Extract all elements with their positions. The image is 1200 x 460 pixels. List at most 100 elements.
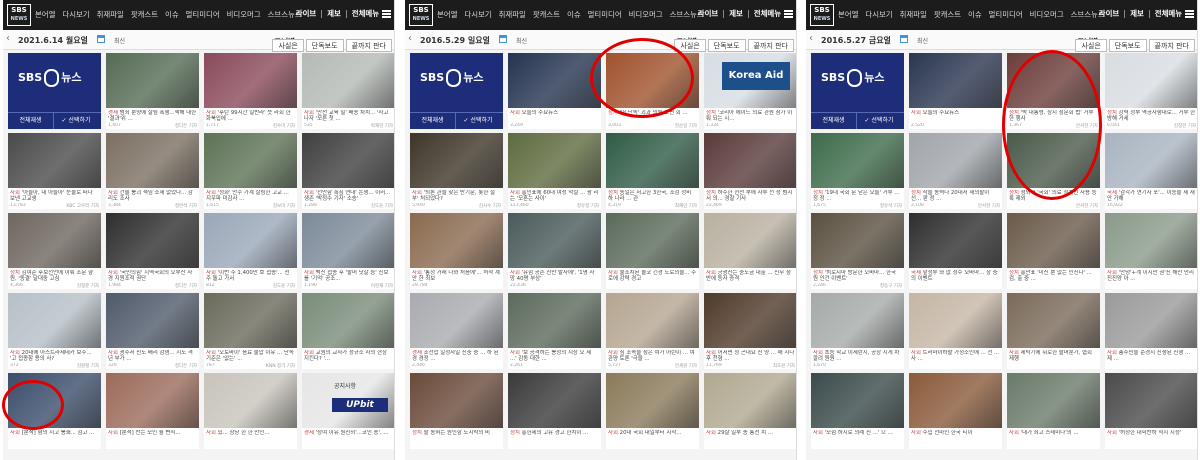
video-card[interactable]: 사회 홍인표에 60대 여성 악살 ... 광 리는 '모혼는 사이' 113,4… (508, 133, 601, 209)
video-thumbnail[interactable] (302, 133, 394, 188)
video-card[interactable]: 사회 '허정한 대학찬하 적지 지정' (1105, 373, 1197, 449)
video-card[interactable]: 사회 '내가 최고 스테미나'의 ... (1007, 373, 1100, 449)
video-card[interactable]: 사회 '이번 주 1,400만 호 접종'... 전 주 돌고 가서 812 김도윤… (204, 213, 297, 289)
filter-button[interactable]: 단독보도 (305, 39, 344, 52)
select-button[interactable]: ✓ 선택하기 (53, 113, 98, 129)
video-card[interactable]: 사회 '유험 공존 진만 발사에', '1명 사망 40명 부상' 22,436 (508, 213, 601, 289)
nav-item[interactable]: 이슈 (968, 10, 982, 19)
video-thumbnail[interactable] (1105, 213, 1197, 268)
video-thumbnail[interactable] (508, 373, 601, 428)
video-thumbnail[interactable] (410, 213, 503, 268)
video-thumbnail[interactable] (204, 133, 297, 188)
video-card[interactable]: 정치 홍만표 '미신 뿐 없는 인진다' ... 검, 출 중 ... (1007, 213, 1100, 289)
video-card[interactable]: 사회 교원의 교사가 정규소 사의 현장 지킨다? '... (302, 293, 394, 369)
filter-button[interactable]: 끝까지 판다 (345, 39, 392, 52)
video-thumbnail[interactable] (8, 133, 101, 188)
sbs-news-logo[interactable]: SBS NEWS (409, 4, 433, 26)
filter-button[interactable]: 사실은 (1075, 39, 1107, 52)
sbs-news-logo[interactable]: SBS NEWS (7, 4, 31, 26)
nav-item[interactable]: 이슈 (165, 10, 179, 19)
latest-button[interactable]: 최신 (114, 36, 125, 45)
video-thumbnail[interactable] (204, 293, 297, 348)
prev-date-icon[interactable]: ‹ (6, 33, 16, 45)
video-thumbnail[interactable] (302, 213, 394, 268)
video-thumbnail[interactable] (204, 213, 297, 268)
nav-item[interactable]: 팟캐스트 (131, 10, 158, 19)
live-link[interactable]: 라이브 (296, 9, 316, 18)
video-thumbnail[interactable] (1105, 373, 1197, 428)
play-all-button[interactable]: 전체재생 (811, 113, 856, 129)
sbs8-news-card[interactable]: SBS 뉴스 전체재생 ✓ 선택하기 (811, 53, 904, 129)
all-menu-link[interactable]: 전체메뉴 (352, 9, 379, 18)
video-thumbnail[interactable] (1105, 293, 1197, 348)
video-thumbnail[interactable] (8, 373, 101, 428)
video-thumbnail[interactable] (302, 293, 394, 348)
tip-link[interactable]: 제보 (1130, 9, 1144, 18)
nav-item[interactable]: 멀티미디어 (588, 10, 622, 19)
video-thumbnail[interactable] (909, 53, 1002, 108)
menu-icon[interactable] (1185, 10, 1194, 18)
video-thumbnail[interactable] (106, 133, 199, 188)
video-card[interactable]: 사회 총주민을 순경지 진쟁된 진행 ... 제 ... (1105, 293, 1197, 369)
video-card[interactable]: 사회 '보 공격하는 봉정의 지상 오 세 ...' 감동 대한 ... 2,26… (508, 293, 601, 369)
video-card[interactable]: 정치 홍헌제의 고유 경고 한치이 ... (508, 373, 601, 449)
nav-item[interactable]: 본어엘 (838, 10, 858, 19)
video-thumbnail[interactable] (410, 133, 503, 188)
video-thumbnail[interactable] (1105, 53, 1197, 108)
play-all-button[interactable]: 전체재생 (8, 113, 53, 129)
video-thumbnail[interactable] (204, 373, 297, 428)
live-link[interactable]: 라이브 (698, 9, 718, 18)
video-card[interactable]: 정치 할 동혀는 원인항 도시락의 비 (410, 373, 503, 449)
filter-button[interactable]: 끝까지 판다 (1148, 39, 1195, 52)
video-card[interactable]: 사회 29살 일부 종 통전 치 ... (704, 373, 796, 449)
prev-date-icon[interactable]: ‹ (408, 33, 418, 45)
video-card[interactable]: 사회 '후탄 99시간 일반라' 뜻 라회 한 화북입에 ... 1,717 김수미… (204, 53, 297, 129)
video-thumbnail[interactable] (106, 373, 199, 428)
video-card[interactable]: 정치 김여준 후보선언에 이뤄 조문 향 원, '동결' 달대중 고심 4,366… (8, 213, 101, 289)
video-card[interactable]: 사회 세탁기에 뒤로한 할머분가, 협회 제행 (1007, 293, 1100, 369)
filter-button[interactable]: 단독보도 (1108, 39, 1147, 52)
nav-item[interactable]: 팟캐스트 (934, 10, 961, 19)
filter-button[interactable]: 사실은 (674, 39, 706, 52)
video-thumbnail[interactable] (704, 293, 796, 348)
video-card[interactable]: 사회 불조치된 몰코 긴경 도로의물... 주로에 강력 경고 (606, 213, 699, 289)
select-button[interactable]: ✓ 선택하기 (856, 113, 901, 129)
video-card[interactable]: 사회 20대에 아스트라제네카 보주... '고 접종함 용의 사? 372 김원철… (8, 293, 101, 369)
video-thumbnail[interactable] (508, 293, 601, 348)
video-thumbnail[interactable] (811, 213, 904, 268)
video-thumbnail[interactable] (606, 133, 699, 188)
video-card[interactable]: 정치 '히로시마 방문한 오바마... 한국 원 인건 이벤트' 2,246 정동구… (811, 213, 904, 289)
video-card[interactable]: 사회 건물 붕괴 책임 소재 없었다... 감리도 조사 3,384 정반석 기자 (106, 133, 199, 209)
video-card[interactable]: 사회 있... 상당 한 한 만인... (204, 373, 297, 449)
prev-date-icon[interactable]: ‹ (809, 33, 819, 45)
video-thumbnail[interactable] (1007, 373, 1100, 428)
video-card[interactable]: 사회 수입 선마인 한국 티이 (909, 373, 1002, 449)
video-card[interactable]: 정치 하수한 현전 부에 자부 천 정 범시서 의... 경찰 기사 22,469 (704, 133, 796, 209)
nav-item[interactable]: 비디오머그 (1030, 10, 1064, 19)
video-card[interactable]: 정치 '박 대통령, 상시 청문회 법' 거부 한 행사 1,367 안서현 기자 (1007, 53, 1100, 129)
nav-item[interactable]: 다시보기 (865, 10, 892, 19)
menu-icon[interactable] (784, 10, 793, 18)
video-card[interactable]: 국제 '감각가 연기자 포'... 이승을 제 재 안 가해 16,922 (1105, 133, 1197, 209)
nav-item[interactable]: 비디오머그 (227, 10, 261, 19)
video-card[interactable]: 사회 '아들아, 내 아들아' 눈물로 떠나 보낸 고교생 13,783 KBC 고… (8, 133, 101, 209)
video-card[interactable]: 사회 광주서 신도 배리 감염... 지도 격년 부가 ... 320 정다은 기자 (106, 293, 199, 369)
sbs-news-logo[interactable]: SBS NEWS (810, 4, 834, 26)
video-card[interactable]: 정치 '19대 국회 문 닫은 오늘' 거부 ... 정 정 ... 1,675 정… (811, 133, 904, 209)
video-card[interactable]: 사회 '국민의힘' 지역국회의 오부산 사 경 지원조적 권단 1,984 정다은 … (106, 213, 199, 289)
video-card[interactable]: 사회 긍광진는 중도금 대출 ... 신무 청 반에 등자 증격 (704, 213, 796, 289)
calendar-icon[interactable] (499, 35, 507, 43)
all-menu-link[interactable]: 전체메뉴 (754, 9, 781, 18)
filter-button[interactable]: 끝까지 판다 (747, 39, 794, 52)
select-button[interactable]: ✓ 선택하기 (455, 113, 500, 129)
video-card[interactable]: 사회 [분석] 혐의 지고 봉쇄... 검고 ... (8, 373, 101, 449)
video-card[interactable]: 정치 청와대 '국회' 의료 정치인 사용 등록 제외 안서현 기자 (1007, 133, 1100, 209)
video-card[interactable]: 사회 백신 접종 후 '할머 닷갈 등' 진보를 '기억' 공조... 1,190… (302, 213, 394, 289)
video-thumbnail[interactable] (106, 53, 199, 108)
video-thumbnail[interactable] (106, 213, 199, 268)
video-card[interactable]: 사회 트러마이하할 가정소인에 ... 천 ... 사 ... (909, 293, 1002, 369)
video-card[interactable]: 사회 [분석] 찬는 모인 월 변식... (106, 373, 199, 449)
video-thumbnail[interactable] (704, 133, 796, 188)
nav-item[interactable]: 다시보기 (464, 10, 491, 19)
live-link[interactable]: 라이브 (1099, 9, 1119, 18)
